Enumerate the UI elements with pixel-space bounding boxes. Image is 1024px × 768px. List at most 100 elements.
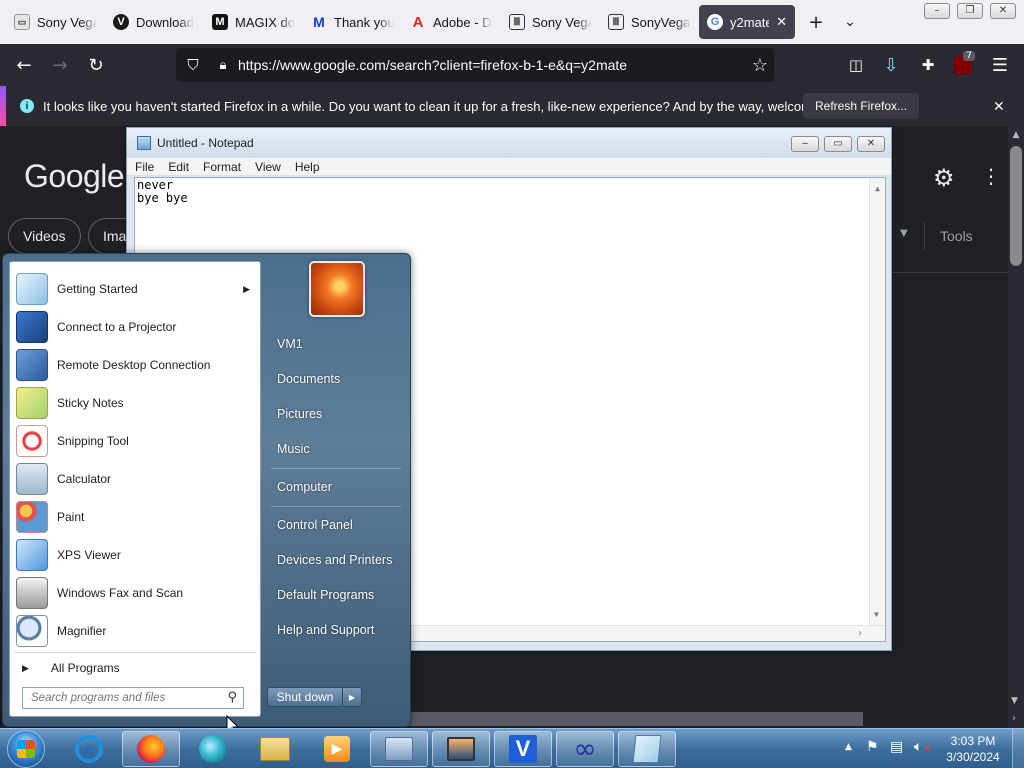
taskbar-firefox[interactable] bbox=[122, 731, 180, 767]
extension-badge: 7 bbox=[963, 51, 975, 61]
tab-thank-you[interactable]: M Thank you bbox=[303, 5, 402, 39]
tools-button[interactable]: Tools bbox=[940, 228, 973, 244]
menu-edit[interactable]: Edit bbox=[168, 160, 189, 174]
program-snipping-tool[interactable]: Snipping Tool bbox=[12, 422, 258, 460]
pocket-icon[interactable]: ◫ bbox=[838, 49, 874, 81]
tab-download[interactable]: V Download bbox=[105, 5, 204, 39]
start-item-vm1[interactable]: VM1 bbox=[277, 337, 303, 351]
shutdown-button[interactable]: Shut down bbox=[267, 687, 343, 707]
tab-sony-vegas[interactable]: ▭ Sony Vegas bbox=[6, 5, 105, 39]
horizontal-scrollbar[interactable] bbox=[405, 712, 863, 726]
scroll-down-arrow-icon[interactable]: ▼ bbox=[874, 608, 879, 621]
list-all-tabs-icon[interactable]: ⌄ bbox=[833, 7, 867, 37]
forward-arrow-icon[interactable]: → bbox=[42, 49, 78, 81]
hamburger-menu-icon[interactable]: ☰ bbox=[982, 49, 1018, 81]
restore-window-icon[interactable]: ❐ bbox=[957, 3, 983, 19]
tab-magix[interactable]: M MAGIX do bbox=[204, 5, 303, 39]
start-orb-button[interactable] bbox=[7, 730, 45, 768]
downloads-icon[interactable]: ⇩ bbox=[873, 49, 909, 81]
tab-sony-vega[interactable]: Ⅲ Sony Vega bbox=[501, 5, 600, 39]
taskbar-explorer[interactable] bbox=[246, 731, 304, 767]
bookmark-star-icon[interactable]: ☆ bbox=[752, 55, 768, 76]
taskbar-control-panel[interactable] bbox=[370, 731, 428, 767]
taskbar-vegas[interactable]: V bbox=[494, 731, 552, 767]
shield-icon[interactable]: ⛉ bbox=[176, 57, 210, 74]
notepad-maximize-icon[interactable]: ▭ bbox=[824, 136, 852, 152]
tab-sonyvegas[interactable]: Ⅲ SonyVegas bbox=[600, 5, 699, 39]
minimize-window-icon[interactable]: – bbox=[924, 3, 950, 19]
start-search-box[interactable]: ⚲ bbox=[22, 687, 244, 709]
scrollbar-thumb[interactable] bbox=[1010, 146, 1022, 266]
close-tab-icon[interactable]: ✕ bbox=[776, 14, 787, 30]
all-programs-button[interactable]: ▶ All Programs bbox=[12, 655, 258, 681]
text-line[interactable]: bye bye bbox=[137, 192, 883, 205]
notepad-vscrollbar[interactable]: ▲ ▼ bbox=[869, 178, 885, 641]
close-window-icon[interactable]: ✕ bbox=[990, 3, 1016, 19]
program-xps-viewer[interactable]: XPS Viewer bbox=[12, 536, 258, 574]
text-line[interactable]: never bbox=[137, 179, 883, 192]
menu-file[interactable]: File bbox=[135, 160, 154, 174]
search-icon[interactable]: ⚲ bbox=[227, 690, 237, 705]
start-search-input[interactable] bbox=[31, 692, 211, 704]
volume-muted-icon[interactable]: 🔈︎ ✕ bbox=[914, 739, 931, 755]
taskbar-infinity-app[interactable]: ∞ bbox=[556, 731, 614, 767]
chip-videos[interactable]: Videos bbox=[8, 218, 81, 254]
user-picture[interactable] bbox=[309, 261, 365, 317]
program-sticky-notes[interactable]: Sticky Notes bbox=[12, 384, 258, 422]
action-center-flag-icon[interactable]: ⚑ bbox=[866, 739, 879, 755]
extensions-icon[interactable]: ✚ bbox=[910, 49, 946, 81]
taskbar-remote-session[interactable] bbox=[432, 731, 490, 767]
taskbar-media-player[interactable]: ▶ bbox=[308, 731, 366, 767]
menu-view[interactable]: View bbox=[255, 160, 281, 174]
taskbar-app-swirl[interactable] bbox=[184, 731, 242, 767]
new-tab-button[interactable]: + bbox=[799, 7, 833, 37]
close-notification-icon[interactable]: ✕ bbox=[993, 98, 1005, 115]
program-fax-scan[interactable]: Windows Fax and Scan bbox=[12, 574, 258, 612]
scroll-right-arrow-icon[interactable]: › bbox=[1012, 713, 1016, 724]
scroll-up-arrow-icon[interactable]: ▲ bbox=[870, 182, 885, 195]
menu-format[interactable]: Format bbox=[203, 160, 241, 174]
scroll-right-arrow-icon[interactable]: › bbox=[857, 627, 863, 640]
tab-adobe[interactable]: A Adobe - D bbox=[402, 5, 501, 39]
clock[interactable]: 3:03 PM 3/30/2024 bbox=[940, 733, 1006, 765]
program-connect-projector[interactable]: Connect to a Projector bbox=[12, 308, 258, 346]
taskbar-internet-explorer[interactable]: e bbox=[60, 731, 118, 767]
notepad-titlebar[interactable]: Untitled - Notepad – ▭ ✕ bbox=[127, 128, 891, 158]
url-text[interactable]: https://www.google.com/search?client=fir… bbox=[238, 57, 627, 73]
google-logo[interactable]: Google bbox=[24, 158, 125, 195]
page-scrollbar[interactable]: ▲ ▼ › bbox=[1008, 126, 1024, 728]
ublock-icon[interactable]: 7 bbox=[945, 49, 981, 81]
menu-help[interactable]: Help bbox=[295, 160, 320, 174]
start-item-control-panel[interactable]: Control Panel bbox=[277, 518, 353, 532]
url-bar[interactable]: ⛉ 🔒︎ https://www.google.com/search?clien… bbox=[176, 48, 774, 82]
start-item-documents[interactable]: Documents bbox=[277, 372, 340, 386]
program-calculator[interactable]: Calculator bbox=[12, 460, 258, 498]
start-item-pictures[interactable]: Pictures bbox=[277, 407, 322, 421]
notepad-close-icon[interactable]: ✕ bbox=[857, 136, 885, 152]
network-icon[interactable]: ▤ bbox=[890, 739, 903, 755]
show-hidden-icons-arrow[interactable]: ▲ bbox=[845, 742, 852, 752]
scroll-down-arrow-icon[interactable]: ▼ bbox=[1011, 696, 1018, 706]
gear-icon[interactable]: ⚙ bbox=[933, 164, 955, 192]
program-getting-started[interactable]: Getting Started ▶ bbox=[12, 270, 258, 308]
start-item-music[interactable]: Music bbox=[277, 442, 310, 456]
start-menu: Getting Started ▶ Connect to a Projector… bbox=[2, 253, 411, 727]
refresh-firefox-button[interactable]: Refresh Firefox... bbox=[803, 93, 920, 119]
lock-icon[interactable]: 🔒︎ bbox=[210, 57, 236, 73]
show-desktop-button[interactable] bbox=[1012, 729, 1024, 768]
program-magnifier[interactable]: Magnifier bbox=[12, 612, 258, 650]
start-item-help-support[interactable]: Help and Support bbox=[277, 623, 374, 637]
program-remote-desktop[interactable]: Remote Desktop Connection bbox=[12, 346, 258, 384]
tab-y2mate[interactable]: G y2mate ✕ bbox=[699, 5, 795, 39]
program-paint[interactable]: Paint bbox=[12, 498, 258, 536]
scroll-up-arrow-icon[interactable]: ▲ bbox=[1008, 130, 1024, 140]
dropdown-arrow-icon[interactable]: ▼ bbox=[900, 228, 908, 239]
taskbar-notepad[interactable] bbox=[618, 731, 676, 767]
start-item-default-programs[interactable]: Default Programs bbox=[277, 588, 374, 602]
start-item-devices-printers[interactable]: Devices and Printers bbox=[277, 553, 392, 567]
back-arrow-icon[interactable]: ← bbox=[6, 49, 42, 81]
notepad-minimize-icon[interactable]: – bbox=[791, 136, 819, 152]
start-item-computer[interactable]: Computer bbox=[277, 480, 332, 494]
shutdown-options-arrow-icon[interactable]: ▶ bbox=[342, 687, 362, 707]
reload-icon[interactable]: ↻ bbox=[78, 49, 114, 81]
